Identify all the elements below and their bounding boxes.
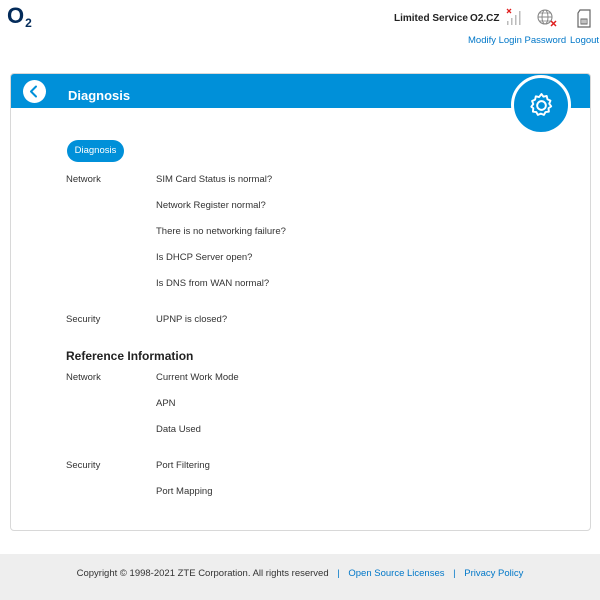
settings-badge bbox=[511, 75, 571, 135]
o2-logo[interactable]: O2 bbox=[7, 3, 32, 30]
service-status: Limited Service bbox=[394, 13, 468, 24]
reference-apn: APN bbox=[156, 398, 176, 409]
logo-subscript: 2 bbox=[25, 16, 32, 30]
header: O2 Limited Service O2.CZ Modify Login Pa… bbox=[0, 0, 600, 62]
copyright-text: Copyright © 1998-2021 ZTE Corporation. A… bbox=[76, 568, 329, 579]
reference-information-heading: Reference Information bbox=[66, 349, 194, 363]
reference-security-label: Security bbox=[66, 460, 101, 471]
open-source-licenses-link[interactable]: Open Source Licenses bbox=[348, 568, 444, 579]
sim-card-icon bbox=[577, 9, 591, 28]
reference-port-mapping: Port Mapping bbox=[156, 486, 213, 497]
reference-network-label: Network bbox=[66, 372, 101, 383]
reference-data-used: Data Used bbox=[156, 424, 201, 435]
footer-separator: | bbox=[337, 568, 340, 579]
back-button[interactable] bbox=[23, 80, 46, 103]
check-dns-from-wan: Is DNS from WAN normal? bbox=[156, 278, 270, 289]
check-networking-failure: There is no networking failure? bbox=[156, 226, 286, 237]
diagnosis-security-label: Security bbox=[66, 314, 101, 325]
chevron-left-icon bbox=[30, 85, 37, 98]
modify-login-password-link[interactable]: Modify Login Password bbox=[468, 35, 566, 46]
logo-letter: O bbox=[7, 3, 25, 28]
check-network-register: Network Register normal? bbox=[156, 200, 266, 211]
diagnosis-panel: Diagnosis Diagnosis Network SIM Card Sta… bbox=[10, 73, 591, 531]
check-dhcp-server: Is DHCP Server open? bbox=[156, 252, 253, 263]
panel-title-bar: Diagnosis bbox=[11, 74, 590, 108]
no-signal-icon bbox=[506, 8, 521, 25]
diagnosis-network-label: Network bbox=[66, 174, 101, 185]
reference-port-filtering: Port Filtering bbox=[156, 460, 210, 471]
diagnosis-button[interactable]: Diagnosis bbox=[67, 140, 124, 162]
gear-icon bbox=[530, 93, 553, 116]
reference-current-work-mode: Current Work Mode bbox=[156, 372, 239, 383]
internet-disconnected-icon bbox=[537, 9, 557, 27]
footer-separator: | bbox=[453, 568, 456, 579]
logout-link[interactable]: Logout bbox=[570, 35, 599, 46]
check-sim-card-status: SIM Card Status is normal? bbox=[156, 174, 273, 185]
footer: Copyright © 1998-2021 ZTE Corporation. A… bbox=[0, 554, 600, 600]
page-title: Diagnosis bbox=[68, 88, 131, 103]
operator-name: O2.CZ bbox=[470, 13, 500, 24]
check-upnp-closed: UPNP is closed? bbox=[156, 314, 228, 325]
privacy-policy-link[interactable]: Privacy Policy bbox=[464, 568, 523, 579]
